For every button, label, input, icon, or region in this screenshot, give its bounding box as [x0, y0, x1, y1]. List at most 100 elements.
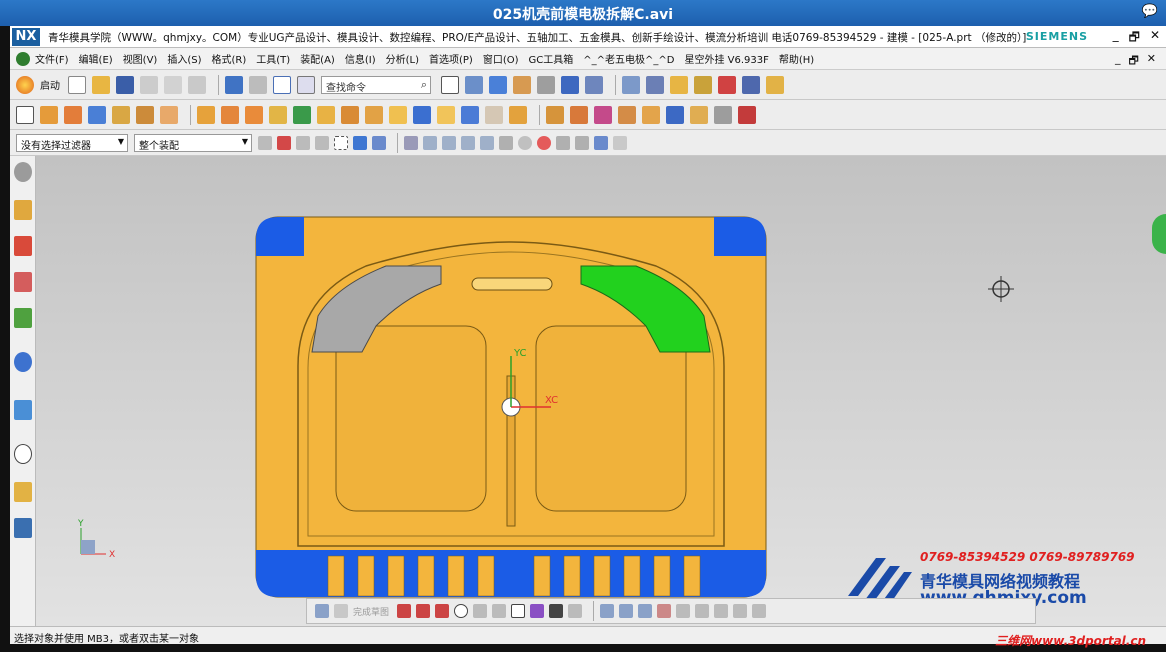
auto-constraint-icon[interactable]	[714, 604, 729, 618]
pull-face-icon[interactable]	[570, 105, 588, 124]
role-icon[interactable]	[14, 518, 32, 538]
fit-view-icon[interactable]	[441, 75, 459, 94]
constraint-navigator-icon[interactable]	[14, 236, 32, 256]
corner-insert-top-left[interactable]	[256, 217, 304, 256]
array-icon[interactable]	[245, 105, 263, 124]
cavity-pad-left[interactable]	[335, 325, 487, 512]
draft-icon[interactable]	[341, 105, 359, 124]
feature-curve-icon[interactable]	[277, 135, 291, 150]
menu-info[interactable]: 信息(I)	[345, 51, 376, 66]
web-browser-icon[interactable]	[14, 352, 32, 372]
start-button[interactable]: 启动	[40, 77, 60, 92]
delete-face-icon[interactable]	[317, 105, 335, 124]
undo-icon[interactable]	[225, 75, 243, 94]
menu-insert[interactable]: 插入(S)	[167, 51, 201, 66]
filter-reset-icon[interactable]	[258, 135, 272, 150]
start-icon[interactable]	[16, 75, 34, 94]
menu-analysis[interactable]: 分析(L)	[386, 51, 419, 66]
save-icon[interactable]	[116, 75, 134, 94]
offset-face-icon[interactable]	[269, 105, 287, 124]
offset-curve-icon[interactable]	[568, 604, 583, 618]
offset-region-icon[interactable]	[642, 105, 660, 124]
constraint-icon[interactable]	[695, 604, 710, 618]
extract-geometry-icon[interactable]	[509, 105, 527, 124]
selection-scope-select[interactable]: 整个装配 ▼	[134, 133, 252, 152]
curve-rule-icon[interactable]	[315, 135, 329, 150]
copy-icon[interactable]	[164, 75, 182, 94]
cylinder-icon[interactable]	[112, 105, 130, 124]
arc-icon[interactable]	[435, 604, 450, 618]
analysis-icon[interactable]	[670, 75, 688, 94]
menu-preferences[interactable]: 首选项(P)	[429, 51, 473, 66]
unite-icon[interactable]	[136, 105, 154, 124]
intersection-icon[interactable]	[480, 135, 494, 150]
select-face-icon[interactable]	[372, 135, 386, 150]
rectangle-icon[interactable]	[511, 604, 526, 618]
paste-icon[interactable]	[188, 75, 206, 94]
clock-icon[interactable]	[14, 444, 32, 464]
extend-curve-icon[interactable]	[619, 604, 634, 618]
synchronous-move-icon[interactable]	[546, 105, 564, 124]
redo-icon[interactable]	[249, 75, 267, 94]
control-point-icon[interactable]	[461, 135, 475, 150]
sew-icon[interactable]	[461, 105, 479, 124]
corner-insert-top-right[interactable]	[714, 217, 766, 256]
reuse-library-icon[interactable]	[14, 308, 32, 328]
chat-bubble-icon[interactable]: 💬	[1142, 4, 1158, 19]
graphics-window[interactable]: XC YC Y X 0769-85394529 0769-89789769 青华…	[36, 156, 1166, 626]
select-body-icon[interactable]	[353, 135, 367, 150]
orient-view-icon[interactable]	[561, 75, 579, 94]
window-icon[interactable]	[273, 75, 291, 94]
snap-grid-icon[interactable]	[613, 135, 627, 150]
cut-icon[interactable]	[140, 75, 158, 94]
point-on-curve-icon[interactable]	[537, 135, 551, 150]
polygon-icon[interactable]	[530, 604, 545, 618]
background-icon[interactable]	[537, 75, 555, 94]
delete-feature-icon[interactable]	[618, 105, 636, 124]
menu-help[interactable]: 帮助(H)	[779, 51, 814, 66]
dimension-icon[interactable]	[676, 604, 691, 618]
quadrant-icon[interactable]	[518, 135, 532, 150]
fillet-icon[interactable]	[473, 604, 488, 618]
cavity-pad-right[interactable]	[535, 325, 687, 512]
type-filter-select[interactable]: 没有选择过滤器 ▼	[16, 133, 128, 152]
measure-icon[interactable]	[718, 75, 736, 94]
pattern-icon[interactable]	[221, 105, 239, 124]
shell-icon[interactable]	[413, 105, 431, 124]
line-icon[interactable]	[416, 604, 431, 618]
sketch-grid-icon[interactable]	[334, 604, 348, 618]
settings-gear-icon[interactable]	[14, 162, 32, 182]
point-icon[interactable]	[549, 604, 564, 618]
box-select-icon[interactable]	[334, 135, 348, 150]
mid-point-icon[interactable]	[442, 135, 456, 150]
open-folder-icon[interactable]	[92, 75, 110, 94]
distance-icon[interactable]	[742, 75, 760, 94]
block-icon[interactable]	[88, 105, 106, 124]
nx-menu-icon[interactable]	[16, 51, 30, 66]
history-icon[interactable]	[14, 400, 32, 420]
doc-close-button[interactable]: ✕	[1147, 52, 1156, 71]
point-on-face-icon[interactable]	[575, 135, 589, 150]
measure-body-icon[interactable]	[714, 105, 732, 124]
restore-button[interactable]: 🗗	[1129, 28, 1140, 49]
extrude-icon[interactable]	[40, 105, 58, 124]
angle-icon[interactable]	[766, 75, 784, 94]
menu-assembly[interactable]: 装配(A)	[300, 51, 335, 66]
trim-body-icon[interactable]	[197, 105, 215, 124]
chamfer-sketch-icon[interactable]	[492, 604, 507, 618]
part-navigator-icon[interactable]	[14, 272, 32, 292]
end-point-icon[interactable]	[423, 135, 437, 150]
system-materials-icon[interactable]	[14, 482, 32, 502]
sketch-finish-icon[interactable]	[315, 604, 329, 618]
revolve-icon[interactable]	[64, 105, 82, 124]
doc-minimize-button[interactable]: _	[1115, 52, 1121, 71]
circle-icon[interactable]	[454, 604, 469, 618]
reuse-library-icon[interactable]	[690, 105, 708, 124]
menu-file[interactable]: 文件(F)	[35, 51, 69, 66]
patch-icon[interactable]	[485, 105, 503, 124]
menu-electrode[interactable]: ^_^老五电极^_^D	[583, 51, 674, 66]
snap-point-icon[interactable]	[404, 135, 418, 150]
command-search-input[interactable]: 查找命令 ⌕	[321, 75, 431, 94]
edit-section-icon[interactable]	[513, 75, 531, 94]
draft-analysis-icon[interactable]	[694, 75, 712, 94]
